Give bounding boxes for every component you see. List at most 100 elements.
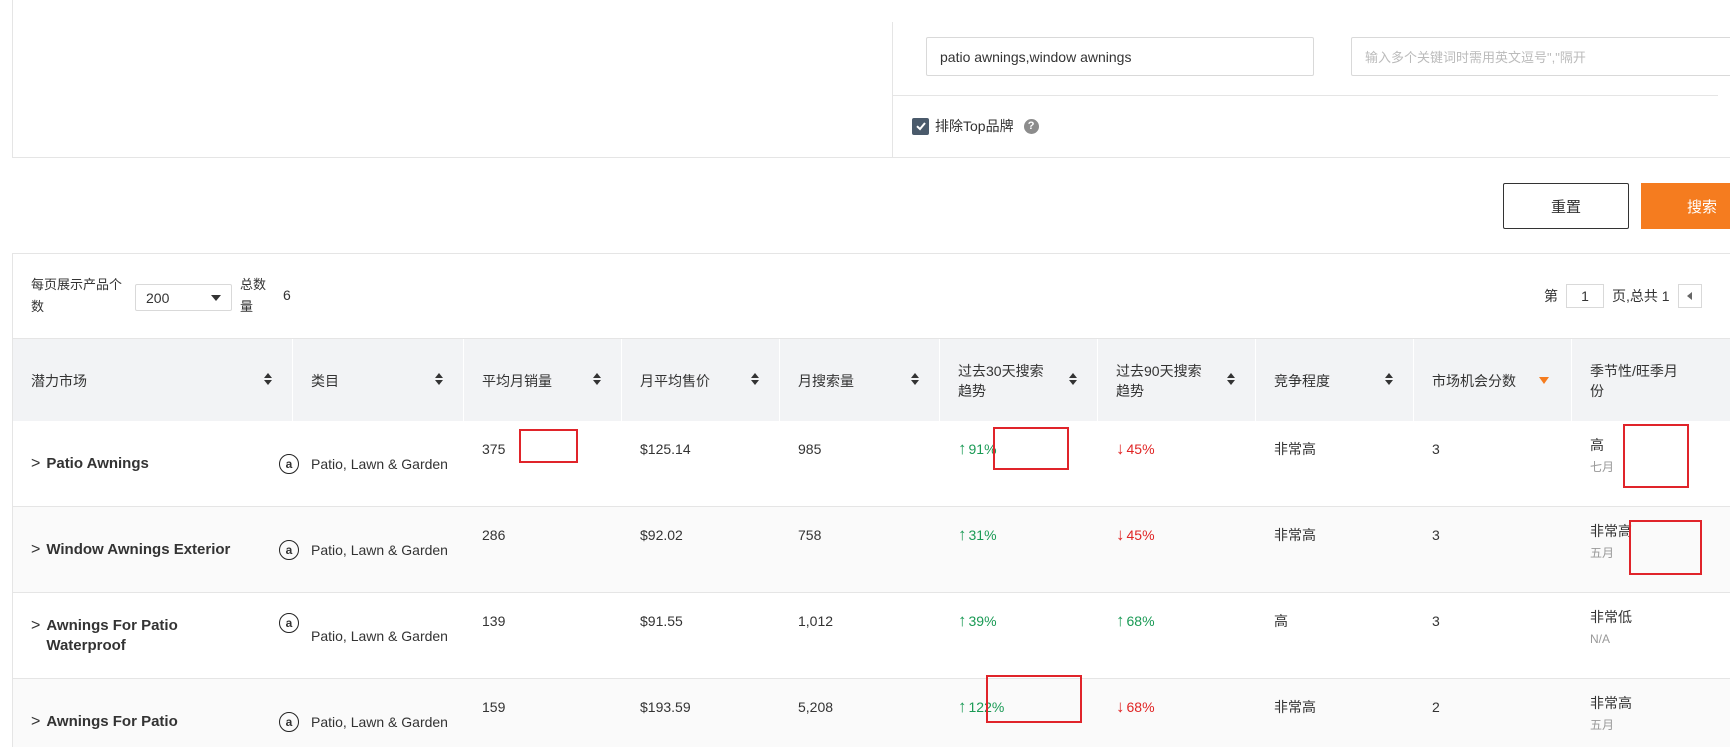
col-label: 市场机会分数 <box>1432 372 1516 389</box>
arrow-down-icon: ↓ <box>1116 697 1125 716</box>
trend90-value: 68% <box>1126 613 1155 629</box>
arrow-up-icon: ↑ <box>958 439 967 458</box>
season-cell: 非常高 五月 <box>1572 679 1730 747</box>
season-cell: 非常低 N/A <box>1572 593 1730 679</box>
keyword-input[interactable] <box>926 37 1314 76</box>
score-cell: 3 <box>1432 441 1440 457</box>
category-cell: Patio, Lawn & Garden <box>311 542 448 558</box>
trend30-value: 31% <box>968 527 997 543</box>
sort-icon <box>1069 373 1077 385</box>
col-label: 潜力市场 <box>31 372 87 389</box>
search-volume-cell: 985 <box>798 441 822 457</box>
chevron-right-icon[interactable]: > <box>31 454 40 474</box>
season-month: 五月 <box>1590 718 1615 732</box>
market-name[interactable]: Awnings For Patio Waterproof <box>46 616 216 656</box>
market-cell[interactable]: > Window Awnings Exterior a <box>13 507 299 593</box>
market-name[interactable]: Awnings For Patio <box>46 712 177 732</box>
trend30-cell: ↑ 122% <box>940 679 1098 747</box>
table-header: 潜力市场 类目 平均月销量 月平均售价 月搜索量 过去30天搜索趋势 过去90天… <box>13 338 1730 422</box>
extra-keyword-input[interactable] <box>1351 37 1730 76</box>
exclude-top-brand-checkbox[interactable] <box>912 117 929 135</box>
avg-sales-cell: 286 <box>482 527 506 543</box>
table-row[interactable]: > Awnings For Patio a Patio, Lawn & Garde… <box>13 679 1730 747</box>
sort-desc-active-icon <box>1539 377 1549 384</box>
trend90-cell: ↓ 45% <box>1098 421 1256 507</box>
avg-price-cell: $91.55 <box>640 613 683 629</box>
market-name[interactable]: Patio Awnings <box>46 454 149 474</box>
trend90-cell: ↓ 68% <box>1098 679 1256 747</box>
market-name[interactable]: Window Awnings Exterior <box>46 540 230 560</box>
chevron-right-icon[interactable]: > <box>31 712 40 732</box>
caret-down-icon <box>211 294 221 301</box>
sort-icon <box>264 373 272 385</box>
help-icon[interactable]: ? <box>1023 118 1039 134</box>
check-icon <box>915 122 926 131</box>
per-page-value: 200 <box>146 289 170 306</box>
col-label: 过去30天搜索趋势 <box>958 362 1044 399</box>
caret-left-icon <box>1687 292 1693 300</box>
col-search-volume[interactable]: 月搜索量 <box>780 339 940 422</box>
category-cell: Patio, Lawn & Garden <box>311 628 448 644</box>
avg-price-cell: $193.59 <box>640 699 691 715</box>
sort-icon <box>911 373 919 385</box>
results-table: 每页展示产品个数 200 总数量 6 第 1 页,总共 1 潜力市场 类目 平均… <box>12 253 1730 747</box>
competition-cell: 高 <box>1274 613 1288 629</box>
col-label: 过去90天搜索趋势 <box>1116 362 1202 399</box>
total-label: 总数量 <box>240 277 267 314</box>
season-cell: 非常高 五月 <box>1572 507 1730 593</box>
competition-cell: 非常高 <box>1274 699 1316 715</box>
sort-icon <box>751 373 759 385</box>
reset-button[interactable]: 重置 <box>1503 183 1629 229</box>
col-label: 月平均售价 <box>640 372 710 389</box>
search-button[interactable]: 搜索 <box>1641 183 1730 229</box>
sort-icon <box>1227 373 1235 385</box>
trend30-value: 39% <box>968 613 997 629</box>
trend90-value: 45% <box>1126 441 1155 457</box>
col-avg-price[interactable]: 月平均售价 <box>622 339 780 422</box>
season-cell: 高七月 <box>1572 421 1730 507</box>
avg-price-cell: $125.14 <box>640 441 691 457</box>
avg-sales-cell: 375 <box>482 441 506 457</box>
filter-divider-horizontal <box>893 95 1718 96</box>
col-avg-sales[interactable]: 平均月销量 <box>464 339 622 422</box>
chevron-right-icon[interactable]: > <box>31 540 40 560</box>
table-row[interactable]: > Awnings For Patio Waterproof a Patio, L… <box>13 593 1730 679</box>
table-row[interactable]: > Window Awnings Exterior a Patio, Lawn &… <box>13 507 1730 593</box>
market-cell[interactable]: > Awnings For Patio Waterproof a <box>13 593 299 679</box>
exclude-top-brand-label[interactable]: 排除Top品牌 <box>935 116 1014 136</box>
table-row[interactable]: > Patio Awnings a Patio, Lawn & Garden 37… <box>13 421 1730 507</box>
score-cell: 2 <box>1432 699 1440 715</box>
col-score[interactable]: 市场机会分数 <box>1414 339 1572 422</box>
pagination: 第 1 页,总共 1 <box>1544 284 1702 308</box>
col-label: 季节性/旺季月份 <box>1590 362 1678 399</box>
arrow-up-icon: ↑ <box>1116 611 1125 630</box>
col-market[interactable]: 潜力市场 <box>13 339 293 422</box>
page-number-input[interactable]: 1 <box>1566 284 1604 308</box>
trend90-value: 68% <box>1126 699 1155 715</box>
category-cell: Patio, Lawn & Garden <box>311 714 448 730</box>
season-level: 非常高 <box>1590 523 1632 539</box>
col-category[interactable]: 类目 <box>293 339 464 422</box>
prev-page-button[interactable] <box>1677 284 1702 308</box>
col-season: 季节性/旺季月份 <box>1572 339 1730 422</box>
col-trend90[interactable]: 过去90天搜索趋势 <box>1098 339 1256 422</box>
exclude-top-brand-row: 排除Top品牌 ? <box>912 116 1039 136</box>
competition-cell: 非常高 <box>1274 441 1316 457</box>
per-page-select[interactable]: 200 <box>135 284 232 311</box>
page-prefix: 第 <box>1544 288 1558 304</box>
table-toolbar: 每页展示产品个数 200 总数量 6 第 1 页,总共 1 <box>13 254 1730 338</box>
chevron-right-icon[interactable]: > <box>31 616 40 636</box>
season-level: 非常高 <box>1590 695 1632 711</box>
trend90-value: 45% <box>1126 527 1155 543</box>
market-cell[interactable]: > Patio Awnings a <box>13 421 299 507</box>
market-cell[interactable]: > Awnings For Patio a <box>13 679 299 747</box>
season-level: 非常低 <box>1590 609 1632 625</box>
col-label: 竞争程度 <box>1274 372 1330 389</box>
col-competition[interactable]: 竞争程度 <box>1256 339 1414 422</box>
category-cell: Patio, Lawn & Garden <box>311 456 448 472</box>
page-suffix: 页,总共 1 <box>1612 288 1670 304</box>
season-month: N/A <box>1590 632 1611 646</box>
arrow-down-icon: ↓ <box>1116 439 1125 458</box>
col-trend30[interactable]: 过去30天搜索趋势 <box>940 339 1098 422</box>
col-label: 类目 <box>311 372 339 389</box>
